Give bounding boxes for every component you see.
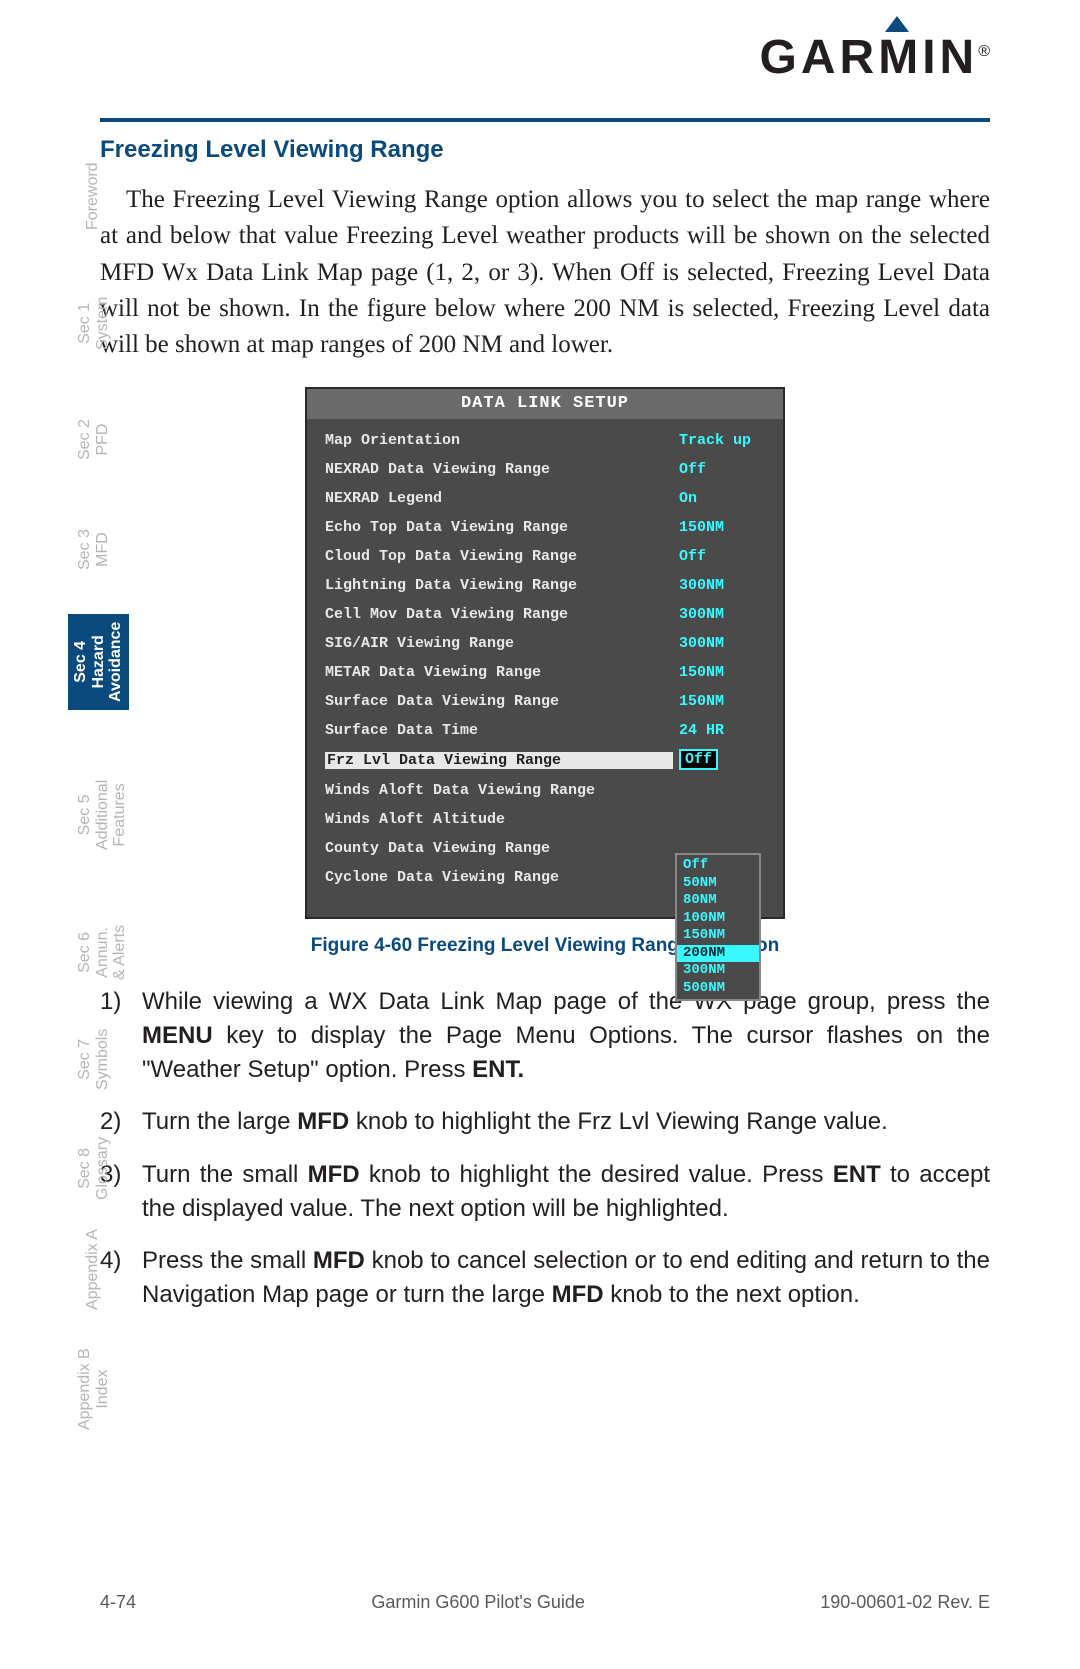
step-item: 2)Turn the large MFD knob to highlight t…	[100, 1105, 990, 1139]
step-text: While viewing a WX Data Link Map page of…	[142, 985, 990, 1087]
garmin-logo: GARMIN®	[760, 30, 990, 85]
setup-row-label: METAR Data Viewing Range	[325, 665, 679, 680]
setup-row-value: On	[679, 491, 769, 506]
section-tab[interactable]: Sec 8Glossary	[76, 1137, 111, 1200]
setup-row-label: NEXRAD Data Viewing Range	[325, 462, 679, 477]
step-item: 4)Press the small MFD knob to cancel sel…	[100, 1244, 990, 1312]
dropdown-option: 100NM	[677, 910, 759, 928]
section-tab[interactable]: Sec 3MFD	[76, 529, 111, 570]
dropdown-option: 200NM	[677, 945, 759, 963]
setup-row: Surface Data Time24 HR	[325, 723, 769, 738]
section-tab[interactable]: Sec 4HazardAvoidance	[68, 614, 129, 710]
figure-caption: Figure 4-60 Freezing Level Viewing Range…	[100, 935, 990, 957]
setup-row-label: Map Orientation	[325, 433, 679, 448]
data-link-setup-screenshot: DATA LINK SETUP Map OrientationTrack upN…	[305, 387, 785, 919]
section-tab[interactable]: Appendix A	[84, 1229, 102, 1310]
setup-row-label: County Data Viewing Range	[325, 841, 679, 856]
setup-row-label: SIG/AIR Viewing Range	[325, 636, 679, 651]
screen-title: DATA LINK SETUP	[307, 389, 783, 419]
setup-row-label: Lightning Data Viewing Range	[325, 578, 679, 593]
setup-row-value: Track up	[679, 433, 769, 448]
setup-row-label: Winds Aloft Altitude	[325, 812, 679, 827]
setup-row-value: 300NM	[679, 607, 769, 622]
step-text: Turn the small MFD knob to highlight the…	[142, 1158, 990, 1226]
registered-mark: ®	[978, 43, 990, 60]
doc-revision: 190-00601-02 Rev. E	[820, 1592, 990, 1613]
setup-row: Cloud Top Data Viewing RangeOff	[325, 549, 769, 564]
setup-row-label: Cyclone Data Viewing Range	[325, 870, 679, 885]
page-number: 4-74	[100, 1592, 136, 1613]
setup-row: NEXRAD LegendOn	[325, 491, 769, 506]
setup-row: Echo Top Data Viewing Range150NM	[325, 520, 769, 535]
setup-row: SIG/AIR Viewing Range300NM	[325, 636, 769, 651]
document-page: GARMIN® Freezing Level Viewing Range The…	[0, 0, 1080, 1669]
brand-text: GARMIN	[760, 31, 979, 84]
header-rule	[100, 118, 990, 122]
setup-row: Frz Lvl Data Viewing Range Off	[325, 752, 769, 769]
setup-row: Lightning Data Viewing Range300NM	[325, 578, 769, 593]
dropdown-option: 500NM	[677, 980, 759, 998]
setup-row-label: Surface Data Time	[325, 723, 679, 738]
setup-row: Winds Aloft Data Viewing Range	[325, 783, 769, 798]
setup-row: Map OrientationTrack up	[325, 433, 769, 448]
step-number: 2)	[100, 1105, 142, 1139]
setup-row-value: 150NM	[679, 520, 769, 535]
dropdown-option: 50NM	[677, 875, 759, 893]
section-tab[interactable]: Sec 1System	[76, 297, 111, 350]
setup-row-value: Off	[679, 752, 769, 769]
dropdown-option: 150NM	[677, 927, 759, 945]
setup-row-label: Cell Mov Data Viewing Range	[325, 607, 679, 622]
step-text: Turn the large MFD knob to highlight the…	[142, 1105, 990, 1139]
page-footer: 4-74 Garmin G600 Pilot's Guide 190-00601…	[100, 1592, 990, 1613]
setup-row-value	[679, 783, 769, 798]
figure-wrap: DATA LINK SETUP Map OrientationTrack upN…	[100, 387, 990, 957]
section-tab[interactable]: Sec 2PFD	[76, 419, 111, 460]
section-tab[interactable]: Sec 5AdditionalFeatures	[76, 780, 129, 850]
dropdown-option: 300NM	[677, 962, 759, 980]
section-tab[interactable]: Sec 7Symbols	[76, 1029, 111, 1090]
setup-row-label: NEXRAD Legend	[325, 491, 679, 506]
setup-row-value: 150NM	[679, 694, 769, 709]
setup-row-value: Off	[679, 549, 769, 564]
setup-row: Surface Data Viewing Range150NM	[325, 694, 769, 709]
garmin-delta-icon	[885, 16, 909, 32]
step-item: 1)While viewing a WX Data Link Map page …	[100, 985, 990, 1087]
setup-row-label: Frz Lvl Data Viewing Range	[325, 752, 673, 769]
dropdown-option: Off	[677, 857, 759, 875]
page-header: GARMIN®	[100, 30, 990, 110]
setup-row-label: Winds Aloft Data Viewing Range	[325, 783, 679, 798]
setup-row: Winds Aloft Altitude	[325, 812, 769, 827]
setup-row-label: Surface Data Viewing Range	[325, 694, 679, 709]
setup-row: NEXRAD Data Viewing RangeOff	[325, 462, 769, 477]
section-tab[interactable]: Appendix BIndex	[76, 1348, 111, 1430]
setup-row: Cell Mov Data Viewing Range300NM	[325, 607, 769, 622]
range-dropdown: Off50NM80NM100NM150NM200NM300NM500NM	[675, 853, 761, 1001]
intro-paragraph: The Freezing Level Viewing Range option …	[100, 182, 990, 363]
step-number: 4)	[100, 1244, 142, 1312]
doc-title: Garmin G600 Pilot's Guide	[371, 1592, 585, 1613]
setup-row-value: Off	[679, 462, 769, 477]
section-tab[interactable]: Foreword	[84, 162, 102, 230]
setup-row-value: 150NM	[679, 665, 769, 680]
step-list: 1)While viewing a WX Data Link Map page …	[100, 985, 990, 1312]
setup-row-value: 24 HR	[679, 723, 769, 738]
setup-row-value	[679, 812, 769, 827]
setup-row-label: Cloud Top Data Viewing Range	[325, 549, 679, 564]
setup-row-value: 300NM	[679, 578, 769, 593]
section-tab[interactable]: Sec 6Annun.& Alerts	[76, 925, 129, 980]
setup-row-value: 300NM	[679, 636, 769, 651]
step-item: 3)Turn the small MFD knob to highlight t…	[100, 1158, 990, 1226]
section-heading: Freezing Level Viewing Range	[100, 136, 990, 164]
setup-row-label: Echo Top Data Viewing Range	[325, 520, 679, 535]
screen-body: Map OrientationTrack upNEXRAD Data Viewi…	[307, 419, 783, 905]
dropdown-option: 80NM	[677, 892, 759, 910]
step-text: Press the small MFD knob to cancel selec…	[142, 1244, 990, 1312]
setup-row: METAR Data Viewing Range150NM	[325, 665, 769, 680]
